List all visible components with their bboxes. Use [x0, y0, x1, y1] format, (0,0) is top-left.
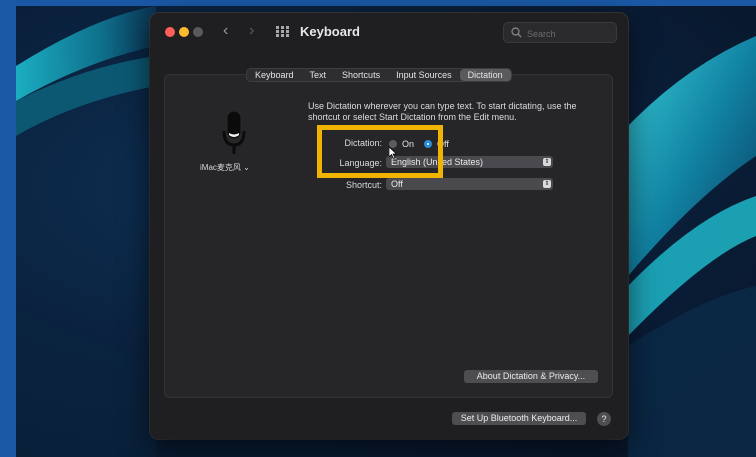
back-chevron-icon[interactable]: ‹ [223, 23, 228, 39]
microphone-icon [222, 111, 246, 154]
mouse-pointer-icon [389, 147, 397, 159]
bluetooth-keyboard-button[interactable]: Set Up Bluetooth Keyboard... [452, 412, 586, 425]
help-button[interactable]: ? [597, 412, 611, 426]
window-title: Keyboard [300, 24, 360, 39]
select-arrows-icon: ⇕ [543, 180, 551, 188]
shortcut-value: Off [391, 179, 403, 189]
tab-keyboard[interactable]: Keyboard [247, 69, 302, 81]
search-input[interactable] [525, 25, 617, 42]
tab-bar: Keyboard Text Shortcuts Input Sources Di… [246, 68, 512, 82]
preferences-window: ‹ › Keyboard Keyboard Text Shortcuts Inp… [150, 13, 628, 439]
select-arrows-icon: ⇕ [543, 158, 551, 166]
forward-chevron-icon[interactable]: › [249, 23, 254, 39]
annotation-highlight-box [317, 125, 443, 178]
tab-input-sources[interactable]: Input Sources [388, 69, 460, 81]
shortcut-select[interactable]: Off ⇕ [386, 178, 553, 190]
search-icon [511, 27, 522, 38]
tab-shortcuts[interactable]: Shortcuts [334, 69, 388, 81]
show-all-grid-icon[interactable] [276, 26, 289, 37]
zoom-button[interactable] [193, 27, 203, 37]
microphone-source-selector[interactable]: iMac麦克风 ⌄ [200, 162, 250, 173]
minimize-button[interactable] [179, 27, 189, 37]
title-bar: ‹ › Keyboard [150, 13, 628, 51]
close-button[interactable] [165, 27, 175, 37]
search-field[interactable] [503, 22, 617, 43]
about-dictation-button[interactable]: About Dictation & Privacy... [464, 370, 598, 383]
dictation-description: Use Dictation wherever you can type text… [308, 101, 577, 122]
shortcut-label: Shortcut: [345, 180, 382, 190]
tab-text[interactable]: Text [302, 69, 335, 81]
tab-dictation[interactable]: Dictation [459, 69, 511, 81]
